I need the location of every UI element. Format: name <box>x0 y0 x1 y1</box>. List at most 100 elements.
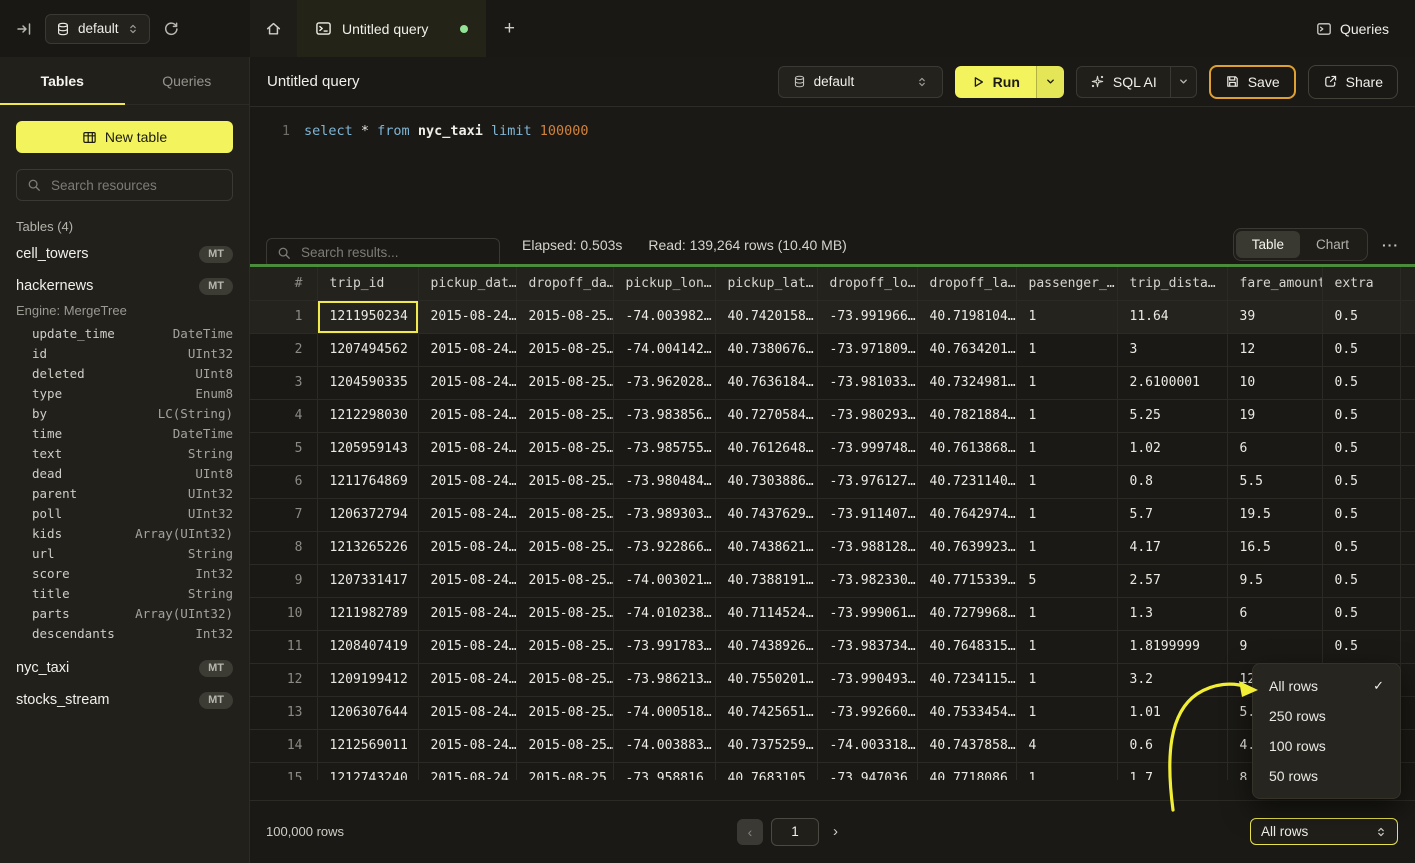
data-cell[interactable]: 1.02 <box>1117 432 1227 465</box>
data-cell[interactable]: 1 <box>1016 696 1117 729</box>
queries-button[interactable]: Queries <box>1340 21 1389 37</box>
data-cell[interactable]: 1 <box>1016 366 1117 399</box>
data-cell[interactable]: 40.7639923… <box>917 531 1016 564</box>
data-cell[interactable]: 40.7613868… <box>917 432 1016 465</box>
data-cell[interactable]: 2015-08-24… <box>418 531 516 564</box>
data-cell[interactable]: 2015-08-24… <box>418 729 516 762</box>
sidebar-tab-queries[interactable]: Queries <box>125 57 250 104</box>
data-cell[interactable]: 40.7437858… <box>917 729 1016 762</box>
data-cell[interactable]: 40.7612648… <box>715 432 817 465</box>
data-cell[interactable]: 2015-08-24… <box>418 465 516 498</box>
column-row[interactable]: urlString <box>16 544 233 564</box>
data-cell[interactable]: 2015-08-25… <box>516 564 613 597</box>
data-cell[interactable]: 1212298030 <box>317 399 418 432</box>
data-cell[interactable]: -73.947036… <box>817 762 917 780</box>
data-cell[interactable]: 0.5 <box>1322 597 1400 630</box>
column-header-pickup_lon[interactable]: pickup_lon… <box>613 267 715 300</box>
data-cell[interactable]: 11.64 <box>1117 300 1227 333</box>
data-cell[interactable]: 1.7 <box>1117 762 1227 780</box>
data-cell[interactable]: 40.7648315… <box>917 630 1016 663</box>
data-cell[interactable]: 2015-08-24… <box>418 762 516 780</box>
data-cell[interactable]: 1 <box>1016 333 1117 366</box>
data-cell[interactable]: 40.7231140… <box>917 465 1016 498</box>
data-cell[interactable]: 1 <box>1016 531 1117 564</box>
data-cell[interactable]: 19.5 <box>1227 498 1322 531</box>
menu-item-all-rows[interactable]: All rows✓ <box>1253 671 1400 701</box>
data-cell[interactable]: 1 <box>1016 498 1117 531</box>
search-resources-input[interactable] <box>49 177 222 194</box>
data-cell[interactable]: 1.01 <box>1117 696 1227 729</box>
column-row[interactable]: deletedUInt8 <box>16 364 233 384</box>
column-header-pickup_dat[interactable]: pickup_dat… <box>418 267 516 300</box>
data-cell[interactable]: -73.991966… <box>817 300 917 333</box>
column-header-row-number[interactable]: # <box>250 267 317 300</box>
data-cell[interactable]: 1207331417 <box>317 564 418 597</box>
data-cell[interactable]: 40.7270584… <box>715 399 817 432</box>
data-cell[interactable]: 2015-08-25… <box>516 696 613 729</box>
column-header-fare_amount[interactable]: fare_amount <box>1227 267 1322 300</box>
current-page-box[interactable]: 1 <box>771 818 819 846</box>
data-cell[interactable]: 2015-08-25… <box>516 531 613 564</box>
data-cell[interactable]: 2015-08-25… <box>516 729 613 762</box>
column-row[interactable]: partsArray(UInt32) <box>16 604 233 624</box>
new-tab-button[interactable]: + <box>486 0 532 57</box>
column-header-dropoff_lo[interactable]: dropoff_lo… <box>817 267 917 300</box>
sidebar-table-cell_towers[interactable]: cell_towersMT <box>16 238 233 270</box>
data-cell[interactable]: -73.962028… <box>613 366 715 399</box>
data-cell[interactable]: 1.3 <box>1117 597 1227 630</box>
menu-item-100-rows[interactable]: 100 rows <box>1253 731 1400 761</box>
data-cell[interactable]: -73.992660… <box>817 696 917 729</box>
column-header-extra[interactable]: extra <box>1322 267 1400 300</box>
data-cell[interactable]: 40.7375259… <box>715 729 817 762</box>
data-cell[interactable]: 1 <box>1016 597 1117 630</box>
data-cell[interactable]: -74.003318… <box>817 729 917 762</box>
data-cell[interactable]: -74.003021… <box>613 564 715 597</box>
data-cell[interactable]: 40.7438926… <box>715 630 817 663</box>
data-cell[interactable]: -74.003982… <box>613 300 715 333</box>
column-header-trip_dista[interactable]: trip_dista… <box>1117 267 1227 300</box>
data-cell[interactable]: 40.7388191… <box>715 564 817 597</box>
column-row[interactable]: textString <box>16 444 233 464</box>
data-cell[interactable]: 2015-08-25… <box>516 300 613 333</box>
sql-ai-button[interactable]: SQL AI <box>1077 67 1170 97</box>
data-cell[interactable]: 3.2 <box>1117 663 1227 696</box>
data-cell[interactable]: 1211982789 <box>317 597 418 630</box>
data-cell[interactable]: 40.7437629… <box>715 498 817 531</box>
menu-item-250-rows[interactable]: 250 rows <box>1253 701 1400 731</box>
data-cell[interactable]: 1205959143 <box>317 432 418 465</box>
data-cell[interactable]: -73.990493… <box>817 663 917 696</box>
data-cell[interactable]: 2015-08-24… <box>418 432 516 465</box>
column-row[interactable]: typeEnum8 <box>16 384 233 404</box>
column-row[interactable]: scoreInt32 <box>16 564 233 584</box>
query-database-selector[interactable]: default <box>778 66 943 98</box>
prev-page-button[interactable]: ‹ <box>737 819 763 845</box>
data-cell[interactable]: -74.010238… <box>613 597 715 630</box>
view-tab-table[interactable]: Table <box>1236 231 1300 258</box>
data-cell[interactable]: 2.57 <box>1117 564 1227 597</box>
data-cell[interactable]: 40.7198104… <box>917 300 1016 333</box>
refresh-icon[interactable] <box>163 21 179 37</box>
data-cell[interactable]: 0.5 <box>1322 498 1400 531</box>
data-cell[interactable]: 40.7636184… <box>715 366 817 399</box>
data-cell[interactable]: 4.17 <box>1117 531 1227 564</box>
data-cell[interactable]: 1209199412 <box>317 663 418 696</box>
data-cell[interactable]: -73.991783… <box>613 630 715 663</box>
data-cell[interactable]: 1 <box>1016 630 1117 663</box>
data-cell[interactable]: 1 <box>1016 762 1117 780</box>
data-cell[interactable]: 40.7438621… <box>715 531 817 564</box>
data-cell[interactable]: -73.976127… <box>817 465 917 498</box>
data-cell[interactable]: 2015-08-25… <box>516 663 613 696</box>
data-cell[interactable]: 1 <box>1016 663 1117 696</box>
data-cell[interactable]: 2015-08-24… <box>418 300 516 333</box>
data-cell[interactable]: -73.980293… <box>817 399 917 432</box>
data-cell[interactable]: 2015-08-25… <box>516 333 613 366</box>
data-cell[interactable]: 1.8199999 <box>1117 630 1227 663</box>
data-cell[interactable]: -73.988128… <box>817 531 917 564</box>
data-cell[interactable]: 2015-08-24… <box>418 663 516 696</box>
data-cell[interactable]: 10 <box>1227 366 1322 399</box>
data-cell[interactable]: -73.999061… <box>817 597 917 630</box>
data-cell[interactable]: 1 <box>1016 300 1117 333</box>
data-cell[interactable]: 0.5 <box>1322 564 1400 597</box>
data-cell[interactable]: -73.911407… <box>817 498 917 531</box>
more-options-icon[interactable]: ··· <box>1382 237 1399 253</box>
